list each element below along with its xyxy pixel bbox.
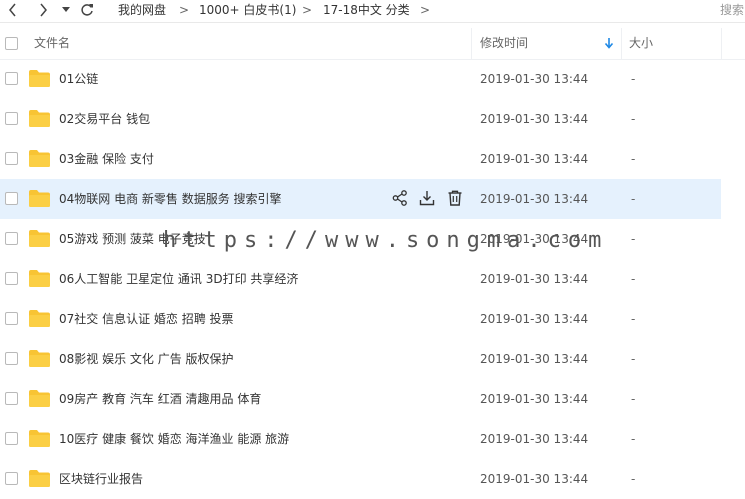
- file-size: -: [631, 312, 636, 326]
- file-list-header: 文件名 修改时间 大小: [0, 28, 745, 60]
- breadcrumb-separator: >: [420, 3, 431, 17]
- table-row[interactable]: 01公链 2019-01-30 13:44 -: [0, 59, 721, 99]
- breadcrumb-item[interactable]: 1000+ 白皮书(1): [199, 0, 296, 20]
- folder-icon: [29, 390, 50, 407]
- table-row[interactable]: 04物联网 电商 新零售 数据服务 搜索引擎 2019-01-30 13:44 …: [0, 179, 721, 219]
- folder-icon: [29, 190, 50, 207]
- table-row[interactable]: 09房产 教育 汽车 红酒 清趣用品 体育 2019-01-30 13:44 -: [0, 379, 721, 419]
- file-name[interactable]: 10医疗 健康 餐饮 婚恋 海洋渔业 能源 旅游: [59, 419, 289, 459]
- row-checkbox[interactable]: [5, 472, 18, 485]
- file-size: -: [631, 152, 636, 166]
- watermark-text: https://www.songma.com: [163, 228, 609, 253]
- file-size: -: [631, 272, 636, 286]
- file-name[interactable]: 08影视 娱乐 文化 广告 版权保护: [59, 339, 234, 379]
- folder-icon: [29, 470, 50, 487]
- table-row[interactable]: 02交易平台 钱包 2019-01-30 13:44 -: [0, 99, 721, 139]
- column-divider: [721, 28, 722, 59]
- folder-icon: [29, 150, 50, 167]
- table-row[interactable]: 08影视 娱乐 文化 广告 版权保护 2019-01-30 13:44 -: [0, 339, 721, 379]
- select-all-checkbox[interactable]: [5, 37, 18, 50]
- row-checkbox[interactable]: [5, 272, 18, 285]
- file-name[interactable]: 03金融 保险 支付: [59, 139, 154, 179]
- column-header-name[interactable]: 文件名: [34, 28, 70, 59]
- row-checkbox[interactable]: [5, 352, 18, 365]
- table-row[interactable]: 06人工智能 卫星定位 通讯 3D打印 共享经济 2019-01-30 13:4…: [0, 259, 721, 299]
- file-name[interactable]: 09房产 教育 汽车 红酒 清趣用品 体育: [59, 379, 261, 419]
- file-size: -: [631, 432, 636, 446]
- file-size: -: [631, 352, 636, 366]
- file-modified-date: 2019-01-30 13:44: [480, 352, 589, 366]
- file-modified-date: 2019-01-30 13:44: [480, 392, 589, 406]
- folder-icon: [29, 110, 50, 127]
- folder-icon: [29, 230, 50, 247]
- folder-icon: [29, 310, 50, 327]
- chevron-left-icon: [9, 3, 16, 17]
- share-icon[interactable]: [391, 189, 409, 207]
- breadcrumb-item[interactable]: 我的网盘: [118, 0, 166, 20]
- table-row[interactable]: 10医疗 健康 餐饮 婚恋 海洋渔业 能源 旅游 2019-01-30 13:4…: [0, 419, 721, 459]
- folder-icon: [29, 430, 50, 447]
- file-size: -: [631, 112, 636, 126]
- folder-icon: [29, 70, 50, 87]
- trash-icon[interactable]: [446, 189, 464, 207]
- file-name[interactable]: 04物联网 电商 新零售 数据服务 搜索引擎: [59, 179, 282, 219]
- file-name[interactable]: 07社交 信息认证 婚恋 招聘 投票: [59, 299, 234, 339]
- file-name[interactable]: 02交易平台 钱包: [59, 99, 150, 139]
- file-size: -: [631, 192, 636, 206]
- file-modified-date: 2019-01-30 13:44: [480, 472, 589, 486]
- column-header-modified[interactable]: 修改时间: [480, 28, 528, 59]
- file-modified-date: 2019-01-30 13:44: [480, 112, 589, 126]
- breadcrumb-item[interactable]: 17-18中文 分类: [323, 0, 410, 20]
- row-checkbox[interactable]: [5, 72, 18, 85]
- file-modified-date: 2019-01-30 13:44: [480, 432, 589, 446]
- table-row[interactable]: 07社交 信息认证 婚恋 招聘 投票 2019-01-30 13:44 -: [0, 299, 721, 339]
- row-checkbox[interactable]: [5, 152, 18, 165]
- file-modified-date: 2019-01-30 13:44: [480, 272, 589, 286]
- column-header-size[interactable]: 大小: [629, 28, 653, 59]
- file-modified-date: 2019-01-30 13:44: [480, 192, 589, 206]
- row-checkbox[interactable]: [5, 112, 18, 125]
- file-name[interactable]: 01公链: [59, 59, 98, 99]
- row-checkbox[interactable]: [5, 192, 18, 205]
- column-divider: [621, 28, 622, 59]
- refresh-button[interactable]: [78, 0, 96, 20]
- row-checkbox[interactable]: [5, 232, 18, 245]
- forward-button[interactable]: [34, 0, 52, 20]
- table-row[interactable]: 区块链行业报告 2019-01-30 13:44 -: [0, 459, 721, 499]
- file-size: -: [631, 72, 636, 86]
- file-name[interactable]: 区块链行业报告: [59, 459, 143, 499]
- file-size: -: [631, 472, 636, 486]
- breadcrumb-separator: >: [179, 3, 190, 17]
- row-checkbox[interactable]: [5, 312, 18, 325]
- file-size: -: [631, 392, 636, 406]
- file-modified-date: 2019-01-30 13:44: [480, 152, 589, 166]
- folder-icon: [29, 350, 50, 367]
- caret-down-icon: [62, 7, 70, 12]
- history-dropdown-button[interactable]: [60, 0, 72, 20]
- file-size: -: [631, 232, 636, 246]
- row-checkbox[interactable]: [5, 432, 18, 445]
- sort-down-arrow-icon[interactable]: [604, 37, 614, 52]
- breadcrumb-separator: >: [302, 3, 313, 17]
- chevron-right-icon: [40, 3, 47, 17]
- row-checkbox[interactable]: [5, 392, 18, 405]
- top-navigation-bar: 我的网盘 > 1000+ 白皮书(1) > 17-18中文 分类 > 搜索: [0, 0, 745, 23]
- folder-icon: [29, 270, 50, 287]
- file-modified-date: 2019-01-30 13:44: [480, 72, 589, 86]
- table-row[interactable]: 03金融 保险 支付 2019-01-30 13:44 -: [0, 139, 721, 179]
- file-modified-date: 2019-01-30 13:44: [480, 312, 589, 326]
- refresh-icon: [81, 4, 93, 16]
- download-icon[interactable]: [418, 189, 436, 207]
- file-name[interactable]: 06人工智能 卫星定位 通讯 3D打印 共享经济: [59, 259, 298, 299]
- column-divider: [471, 28, 472, 59]
- search-input[interactable]: 搜索: [720, 0, 744, 20]
- back-button[interactable]: [4, 0, 22, 20]
